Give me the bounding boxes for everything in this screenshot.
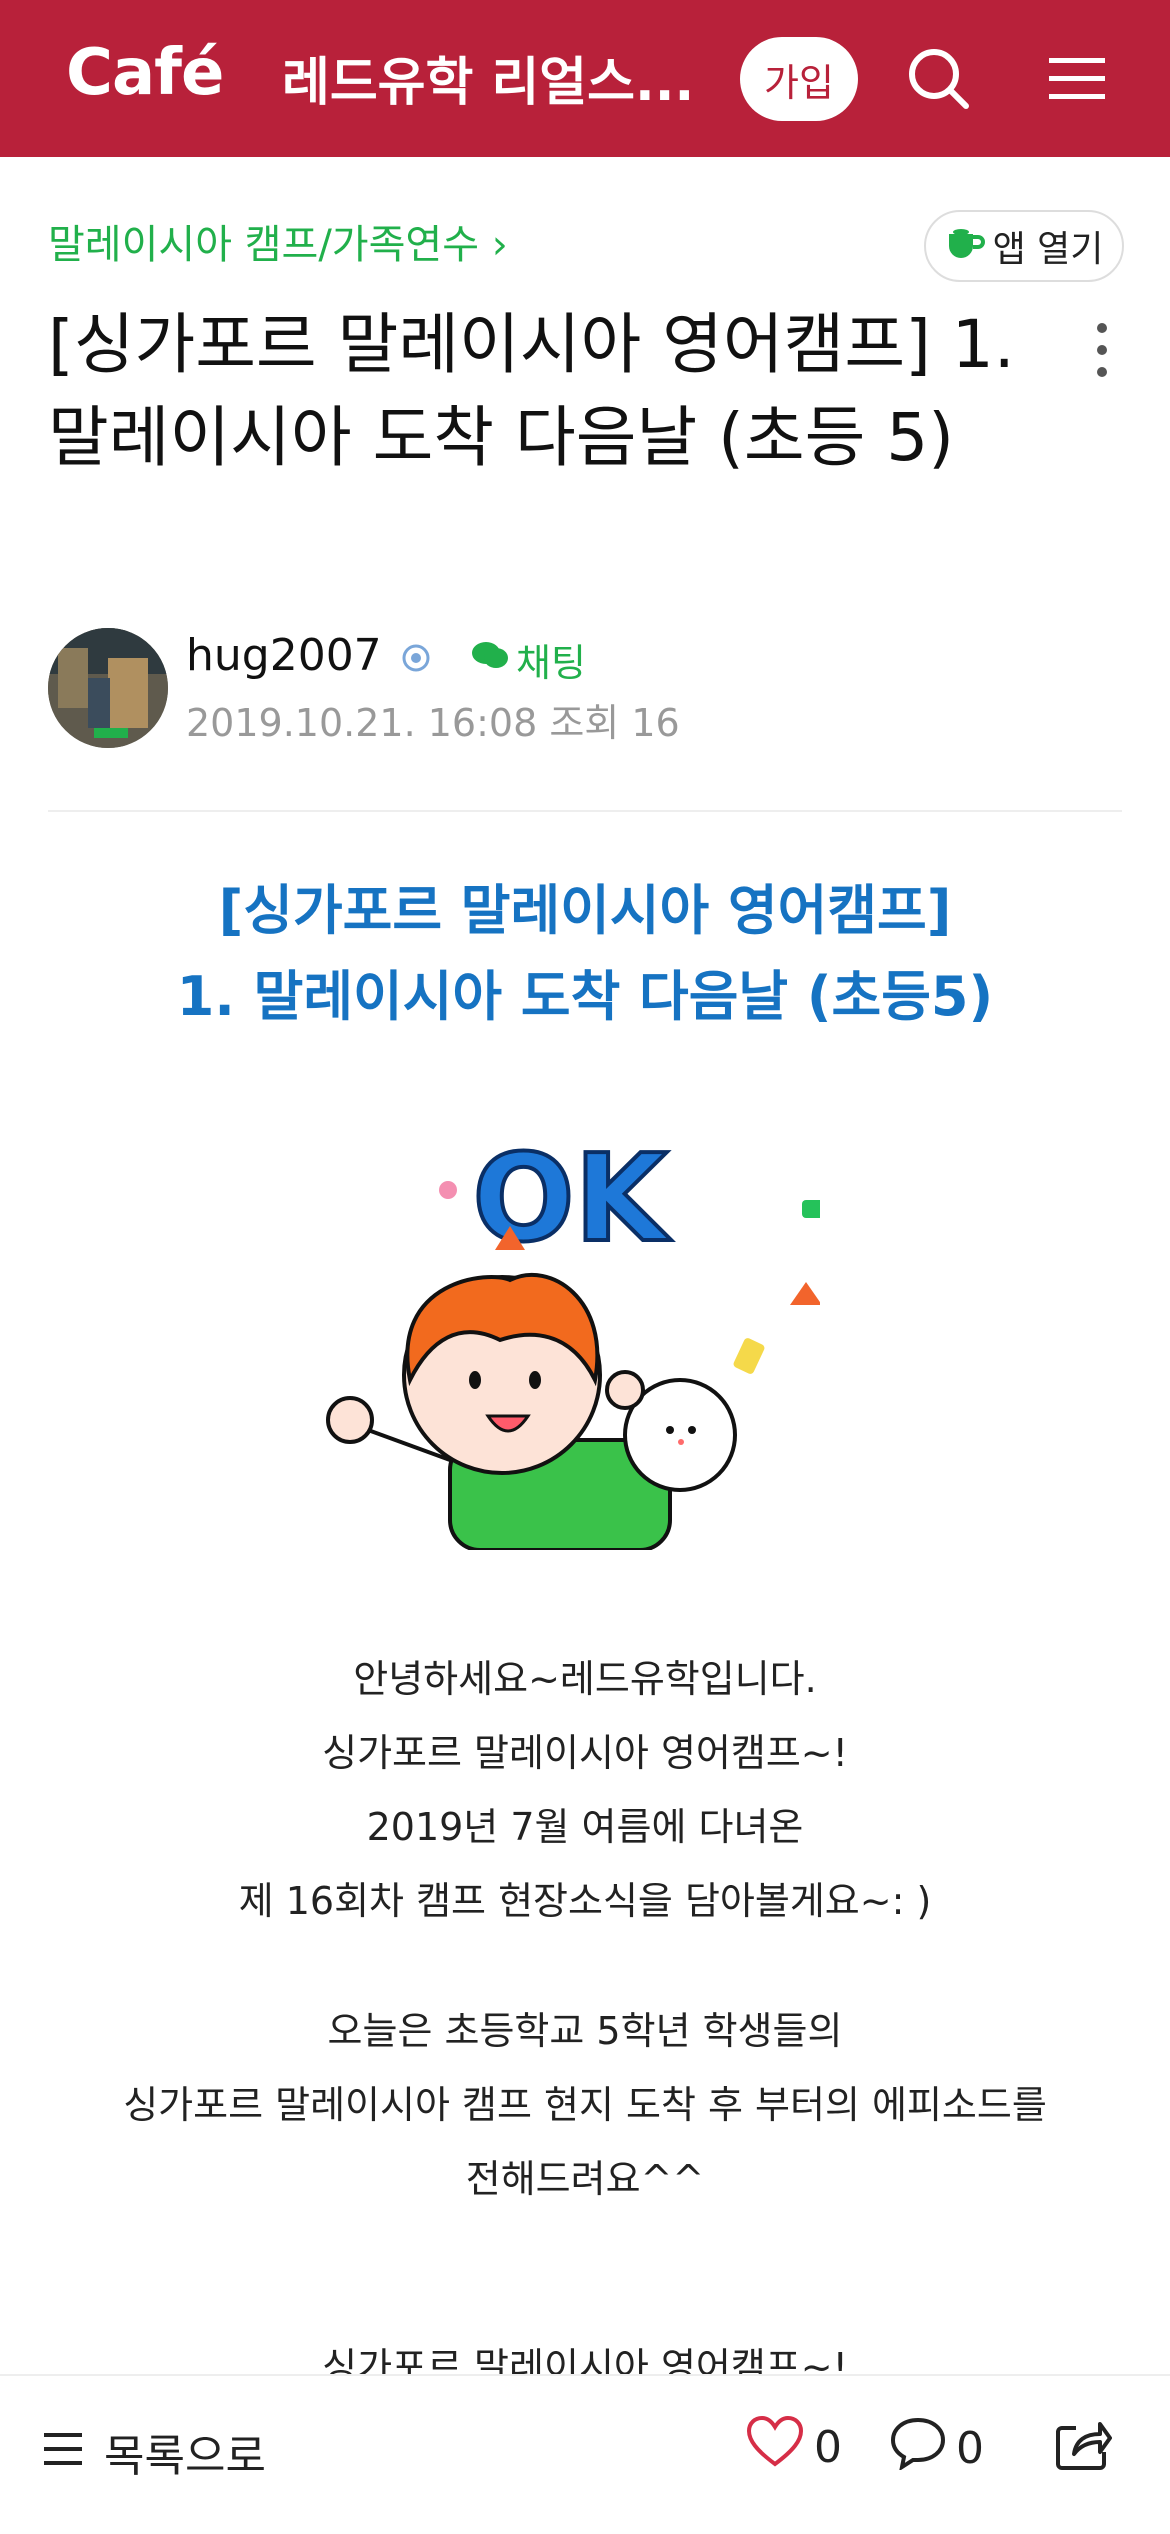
like-button[interactable]: 0	[746, 2415, 842, 2479]
cafe-header: Café 레드유학 리얼스... 가입	[0, 0, 1170, 157]
post-title: [싱가포르 말레이시아 영어캠프] 1. 말레이시아 도착 다음날 (초등 5)	[48, 306, 1015, 476]
app-open-label: 앱 열기	[992, 229, 1104, 270]
back-to-list-button[interactable]: 목록으로	[44, 2420, 266, 2484]
body-line: 안녕하세요~레드유학입니다.	[353, 1657, 817, 1701]
body-line: 오늘은 초등학교 5학년 학생들의	[327, 2009, 843, 2053]
list-icon	[44, 2427, 84, 2478]
avatar[interactable]	[48, 628, 168, 748]
post-date: 2019.10.21. 16:08	[186, 701, 538, 745]
body-heading-line2: 1. 말레이시아 도착 다음날 (초등5)	[176, 965, 994, 1028]
body-line: 전해드려요^^	[465, 2157, 705, 2201]
chat-button[interactable]: 채팅	[470, 632, 586, 687]
post-meta: 2019.10.21. 16:08 조회 16	[186, 692, 680, 747]
body-line: 싱가포르 말레이시아 캠프 현지 도착 후 부터의 에피소드를	[123, 2083, 1047, 2127]
body-line: 제 16회차 캠프 현장소식을 담아볼게요~: )	[238, 1879, 932, 1923]
more-options-icon[interactable]	[1085, 320, 1119, 380]
comment-icon	[890, 2416, 946, 2481]
board-link[interactable]: 말레이시아 캠프/가족연수 ›	[48, 212, 508, 270]
post-views: 조회 16	[549, 701, 680, 745]
ok-sticker-image: OK	[320, 1128, 828, 1552]
share-button[interactable]	[1054, 2416, 1112, 2483]
join-button[interactable]: 가입	[740, 37, 858, 121]
member-level-icon	[400, 642, 432, 674]
comment-count: 0	[956, 2423, 984, 2474]
bottom-action-bar: 목록으로 0 0	[0, 2374, 1170, 2534]
divider	[48, 810, 1122, 812]
menu-icon[interactable]	[1034, 36, 1120, 122]
search-icon[interactable]	[896, 36, 982, 122]
cafe-title[interactable]: 레드유학 리얼스...	[282, 40, 694, 115]
heart-icon	[746, 2415, 804, 2479]
like-count: 0	[814, 2422, 842, 2473]
body-paragraph-2: 오늘은 초등학교 5학년 학생들의 싱가포르 말레이시아 캠프 현지 도착 후 …	[0, 1994, 1170, 2216]
coffee-cup-icon	[945, 224, 985, 269]
share-icon	[1054, 2416, 1112, 2483]
app-open-button[interactable]: 앱 열기	[924, 210, 1124, 282]
chat-bubble-icon	[470, 638, 510, 682]
body-line: 싱가포르 말레이시아 영어캠프~!	[322, 1731, 848, 1775]
body-paragraph-1: 안녕하세요~레드유학입니다. 싱가포르 말레이시아 영어캠프~! 2019년 7…	[0, 1642, 1170, 1938]
body-line: 2019년 7월 여름에 다녀온	[366, 1805, 804, 1849]
comment-button[interactable]: 0	[890, 2416, 984, 2481]
back-to-list-label: 목록으로	[104, 2431, 266, 2482]
author-name[interactable]: hug2007	[186, 630, 382, 681]
chat-label: 채팅	[516, 641, 586, 685]
body-heading: [싱가포르 말레이시아 영어캠프] 1. 말레이시아 도착 다음날 (초등5)	[0, 868, 1170, 1040]
cafe-logo[interactable]: Café	[66, 36, 224, 110]
body-heading-line1: [싱가포르 말레이시아 영어캠프]	[218, 879, 952, 942]
